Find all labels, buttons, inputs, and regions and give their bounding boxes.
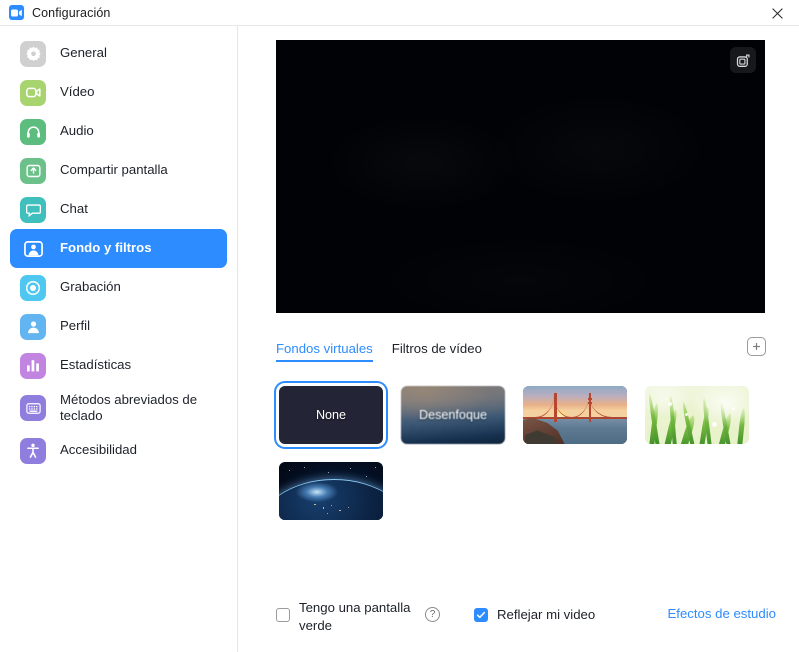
sidebar-item-statistics[interactable]: Estadísticas [10,346,227,385]
profile-icon [20,313,46,340]
earth-sun-flare [295,481,338,502]
thumbnail-label: Desenfoque [419,408,487,422]
sidebar-item-label: Perfil [60,318,91,334]
background-thumbnail-grid: None Desenfoque [276,383,776,523]
sidebar-item-label: General [60,45,107,61]
share-screen-icon [20,157,46,184]
thumbnail-blur: Desenfoque [401,386,505,444]
mirror-video-control[interactable]: Reflejar mi video [474,599,595,624]
video-icon [20,79,46,106]
zoom-video-icon [9,5,24,20]
video-preview[interactable] [276,40,765,313]
sidebar-item-accessibility[interactable]: Accesibilidad [10,431,227,470]
green-screen-control[interactable]: Tengo una pantalla verde [276,599,417,635]
gear-icon [20,40,46,67]
green-screen-label: Tengo una pantalla verde [299,599,411,633]
background-option-blur[interactable]: Desenfoque [398,383,508,447]
window-titlebar: Configuración [0,0,799,26]
bridge-tower [553,392,558,422]
background-tabs: Fondos virtuales Filtros de vídeo [276,337,776,368]
settings-sidebar: General Vídeo Audio Compartir pantalla C… [0,26,238,652]
keyboard-icon [20,395,46,421]
thumbnail-golden-gate [523,386,627,444]
thumbnail-grass [645,386,749,444]
dew-drop [711,421,717,427]
sidebar-item-label: Chat [60,201,88,217]
dew-drop [684,412,688,416]
camera-icon[interactable] [730,47,756,73]
sidebar-item-label: Compartir pantalla [60,162,168,178]
close-icon[interactable] [755,0,799,26]
record-icon [20,274,46,301]
background-option-grass[interactable] [642,383,752,447]
chat-icon [20,196,46,223]
bridge-tower [588,392,592,422]
sidebar-item-shortcuts[interactable]: Métodos abreviados de teclado [10,385,227,431]
help-circle-icon[interactable]: ? [425,606,440,622]
sidebar-item-video[interactable]: Vídeo [10,73,227,112]
sidebar-item-label: Audio [60,123,94,139]
plus-icon[interactable] [747,337,766,356]
sidebar-item-label: Grabación [60,279,121,295]
sidebar-item-label: Estadísticas [60,357,132,373]
bar-chart-icon [20,352,46,379]
window-title: Configuración [32,5,111,20]
sidebar-item-label: Métodos abreviados de teclado [60,391,198,423]
sidebar-item-chat[interactable]: Chat [10,190,227,229]
background-option-golden-gate[interactable] [520,383,630,447]
person-card-icon [20,236,46,262]
studio-effects-link[interactable]: Efectos de estudio [667,606,776,621]
grass-highlight [645,386,749,444]
thumbnail-label: None [315,408,347,422]
thumbnail-earth [279,462,383,520]
accessibility-icon [20,437,46,464]
sidebar-item-audio[interactable]: Audio [10,112,227,151]
bridge-deck [523,417,627,420]
thumbnail-none: None [279,386,383,444]
sidebar-item-background[interactable]: Fondo y filtros [10,229,227,268]
tab-virtual-backgrounds[interactable]: Fondos virtuales [276,341,373,362]
sidebar-item-label: Accesibilidad [60,442,137,458]
sidebar-item-label: Vídeo [60,84,95,100]
sidebar-item-label: Fondo y filtros [60,240,152,256]
headphones-icon [20,118,46,145]
background-filters-panel: Fondos virtuales Filtros de vídeo None D [238,26,799,652]
preview-surface [276,40,765,313]
mirror-video-checkbox[interactable] [474,607,488,622]
sidebar-item-share-screen[interactable]: Compartir pantalla [10,151,227,190]
background-option-none[interactable]: None [276,383,386,447]
green-screen-checkbox[interactable] [276,607,290,622]
settings-body: General Vídeo Audio Compartir pantalla C… [0,26,799,652]
background-footer-controls: Tengo una pantalla verde ? Reflejar mi v… [276,599,776,635]
mirror-video-label: Reflejar mi video [497,606,596,622]
sidebar-item-recording[interactable]: Grabación [10,268,227,307]
sidebar-item-profile[interactable]: Perfil [10,307,227,346]
tab-video-filters[interactable]: Filtros de vídeo [392,341,482,362]
sidebar-item-general[interactable]: General [10,34,227,73]
background-option-earth[interactable] [276,459,386,523]
